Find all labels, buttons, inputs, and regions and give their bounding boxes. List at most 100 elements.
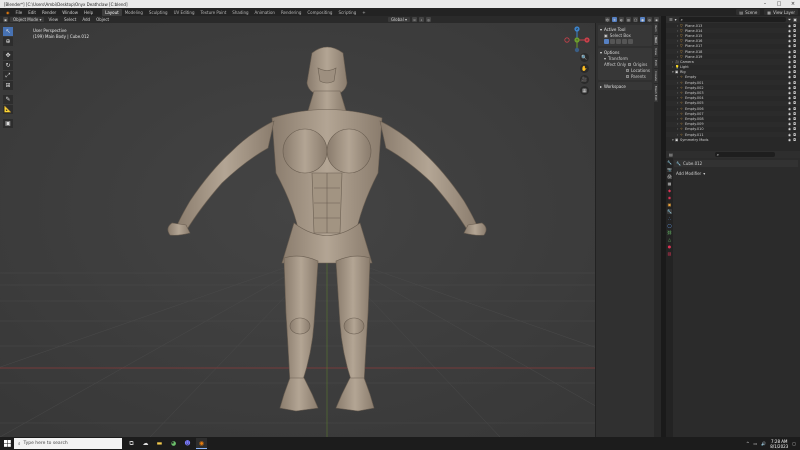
menu-object[interactable]: Object (94, 17, 111, 22)
particles-tab-icon[interactable]: ∴ (667, 216, 672, 221)
data-tab-icon[interactable]: △ (667, 237, 672, 242)
snap-icon[interactable]: ⌖ (419, 17, 424, 22)
eye-icon[interactable]: ◉ (788, 117, 791, 121)
eye-icon[interactable]: ◉ (788, 65, 791, 69)
eye-icon[interactable]: ◉ (788, 107, 791, 111)
add-cube-tool-icon[interactable]: ▣ (3, 119, 13, 128)
scale-tool-icon[interactable]: ⤢ (3, 71, 13, 80)
mode-dropdown[interactable]: Object Mode ▾ (10, 17, 45, 22)
visibility-icon[interactable]: 👁 (605, 17, 610, 22)
notifications-icon[interactable]: ▢ (792, 441, 796, 446)
chrome-icon[interactable]: ◕ (168, 438, 179, 449)
taskbar-clock[interactable]: 7:28 AM 8/1/2023 (770, 439, 788, 449)
tab-edit[interactable]: Edit (654, 57, 658, 68)
scene-tab-icon[interactable]: ◆ (667, 188, 672, 193)
tab-shading[interactable]: Shading (229, 9, 251, 16)
network-icon[interactable]: ▭ (753, 441, 757, 446)
eye-icon[interactable]: ◉ (788, 122, 791, 126)
editor-type-icon[interactable]: ▣ (3, 17, 8, 22)
physics-tab-icon[interactable]: ◯ (667, 223, 672, 228)
origins-checkbox[interactable] (628, 62, 632, 66)
display-mode-icon[interactable]: ▾ (675, 17, 677, 22)
select-new-icon[interactable] (604, 39, 609, 44)
weather-icon[interactable]: ☁ (140, 438, 151, 449)
constraints-tab-icon[interactable]: ⛓ (667, 230, 672, 235)
taskbar-search-input[interactable]: ⌕ Type here to search (14, 438, 122, 449)
blender-taskbar-icon[interactable]: ◉ (196, 438, 207, 449)
maximize-icon[interactable]: □ (772, 1, 786, 7)
menu-add[interactable]: Add (80, 17, 92, 22)
render-visibility-icon[interactable]: ◘ (793, 70, 796, 74)
locations-checkbox[interactable] (626, 68, 629, 72)
zoom-icon[interactable]: 🔍 (580, 53, 589, 62)
menu-render[interactable]: Render (39, 10, 59, 15)
menu-view[interactable]: View (46, 17, 60, 22)
eye-icon[interactable]: ◉ (788, 81, 791, 85)
tab-modeling[interactable]: Modeling (122, 9, 146, 16)
tab-compositing[interactable]: Compositing (304, 9, 335, 16)
workspace-header[interactable]: ▸ Workspace (600, 83, 650, 89)
outliner-row[interactable]: ▾ ▣ Symmetry Mods ◉ ◘ (666, 137, 800, 142)
move-tool-icon[interactable]: ✥ (3, 51, 13, 60)
outliner-editor-icon[interactable]: ☰ (669, 17, 673, 22)
tab-view[interactable]: View (654, 45, 658, 57)
eye-icon[interactable]: ◉ (788, 96, 791, 100)
select-box-tool-icon[interactable]: ↖ (3, 27, 13, 36)
select-intersect-icon[interactable] (628, 39, 633, 44)
parents-checkbox[interactable] (626, 74, 629, 78)
eye-icon[interactable]: ◉ (788, 138, 791, 142)
menu-edit[interactable]: Edit (25, 10, 39, 15)
render-visibility-icon[interactable]: ◘ (793, 81, 796, 85)
select-subtract-icon[interactable] (616, 39, 621, 44)
properties-search-input[interactable]: ⌕ (714, 152, 775, 157)
navigation-gizmo[interactable]: Z X Y (562, 25, 592, 55)
3d-viewport[interactable]: ↖ ⊕ ✥ ↻ ⤢ ⊞ ✎ 📐 ▣ User Perspective (199)… (0, 23, 595, 437)
view-layer-tab-icon[interactable]: ▦ (667, 181, 672, 186)
render-visibility-icon[interactable]: ◘ (793, 65, 796, 69)
annotate-tool-icon[interactable]: ✎ (3, 95, 13, 104)
tab-create[interactable]: Create (654, 68, 658, 83)
eye-icon[interactable]: ◉ (788, 112, 791, 116)
add-modifier-dropdown[interactable]: Add Modifier ▾ (674, 170, 798, 177)
render-visibility-icon[interactable]: ◘ (793, 39, 796, 43)
active-tool-row[interactable]: ▣ Select Box (600, 32, 650, 38)
eye-icon[interactable]: ◉ (788, 60, 791, 64)
solid-shading-icon[interactable]: ● (640, 17, 645, 22)
rendered-shading-icon[interactable]: ◉ (654, 17, 659, 22)
render-visibility-icon[interactable]: ◘ (793, 34, 796, 38)
tool-tab-icon[interactable]: 🔧 (667, 160, 672, 165)
render-visibility-icon[interactable]: ◘ (793, 117, 796, 121)
eye-icon[interactable]: ◉ (788, 86, 791, 90)
xray-toggle-icon[interactable]: ▧ (626, 17, 631, 22)
menu-help[interactable]: Help (81, 10, 96, 15)
discord-icon[interactable]: ☻ (182, 438, 193, 449)
world-tab-icon[interactable]: ◉ (667, 195, 672, 200)
material-shading-icon[interactable]: ◍ (647, 17, 652, 22)
pan-hand-icon[interactable]: ✋ (580, 64, 589, 73)
eye-icon[interactable]: ◉ (788, 39, 791, 43)
file-explorer-icon[interactable]: ▬ (154, 438, 165, 449)
eye-icon[interactable]: ◉ (788, 91, 791, 95)
render-visibility-icon[interactable]: ◘ (793, 91, 796, 95)
render-visibility-icon[interactable]: ◘ (793, 127, 796, 131)
render-visibility-icon[interactable]: ◘ (793, 75, 796, 79)
modifier-tab-icon[interactable]: 🔧 (667, 209, 672, 214)
menu-window[interactable]: Window (59, 10, 81, 15)
render-visibility-icon[interactable]: ◘ (793, 133, 796, 137)
volume-icon[interactable]: 🔊 (761, 441, 766, 446)
filter-icon[interactable]: ⏷ (788, 17, 791, 22)
tab-sculpting[interactable]: Sculpting (146, 9, 171, 16)
minimize-icon[interactable]: – (758, 1, 772, 7)
outliner-search-input[interactable]: ⌕ (678, 17, 787, 22)
wireframe-shading-icon[interactable]: ◯ (633, 17, 638, 22)
properties-editor-icon[interactable]: ▤ (669, 152, 673, 157)
eye-icon[interactable]: ◉ (788, 127, 791, 131)
close-icon[interactable]: × (786, 1, 800, 7)
view-layer-selector[interactable]: ▦ View Layer (764, 9, 798, 15)
cursor-tool-icon[interactable]: ⊕ (3, 37, 13, 46)
eye-icon[interactable]: ◉ (788, 34, 791, 38)
eye-icon[interactable]: ◉ (788, 70, 791, 74)
tab-animation[interactable]: Animation (252, 9, 278, 16)
tray-overflow-icon[interactable]: ^ (746, 441, 749, 446)
render-visibility-icon[interactable]: ◘ (793, 112, 796, 116)
